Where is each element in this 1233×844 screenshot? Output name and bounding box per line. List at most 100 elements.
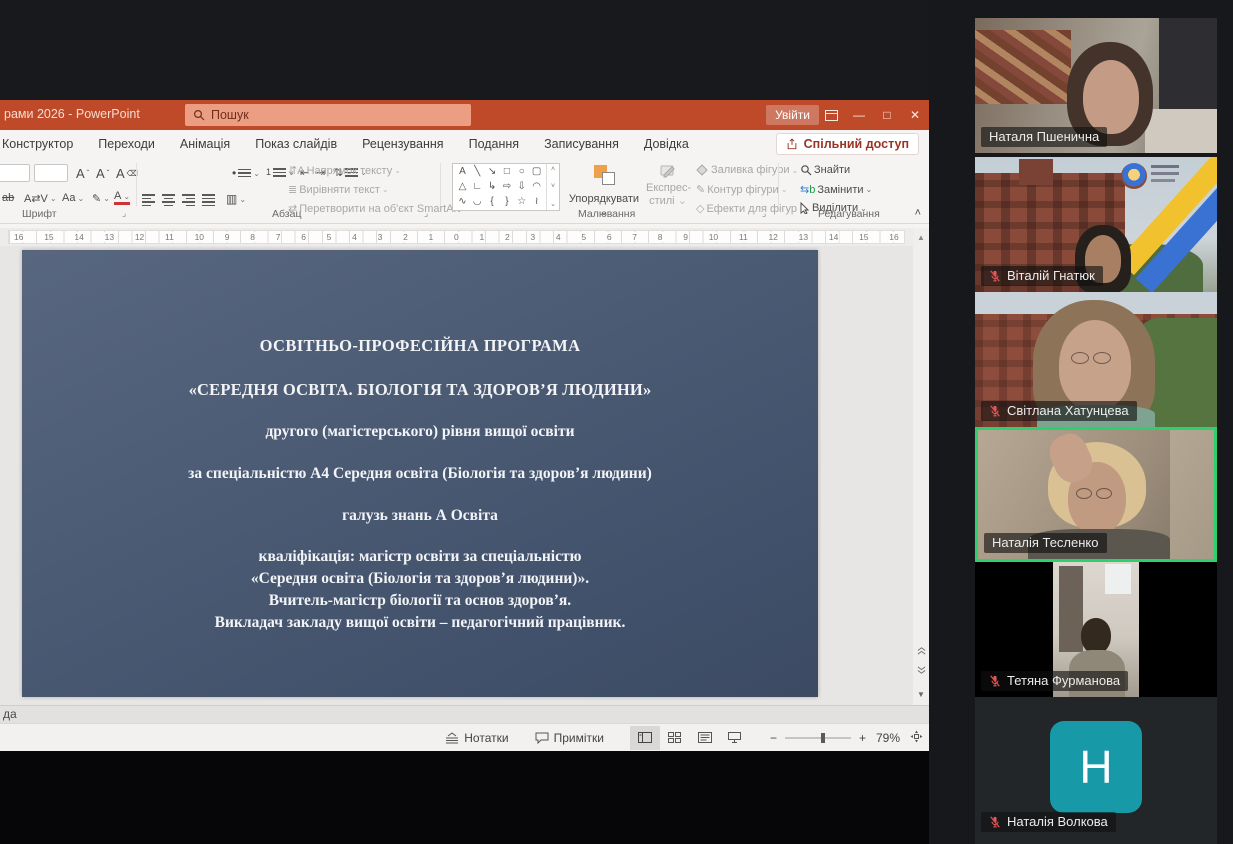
shape-button[interactable]: ↳: [488, 182, 496, 192]
align-center-button[interactable]: [162, 192, 175, 208]
quick-styles-button[interactable]: Експрес- стилі ⌄: [646, 163, 690, 215]
reading-view-button[interactable]: [690, 726, 720, 750]
participant-name-label: Тетяна Фурманова: [981, 671, 1128, 691]
clear-formatting-button[interactable]: A⌫: [116, 166, 138, 181]
shape-button[interactable]: ○: [519, 167, 525, 177]
columns-button[interactable]: ▥⌄: [226, 192, 246, 206]
shape-button[interactable]: ⇨: [503, 182, 511, 192]
participant-tile[interactable]: Н Наталія Волкова: [975, 697, 1217, 844]
scrollbar-down-button[interactable]: ▼: [914, 686, 928, 702]
shape-button[interactable]: ⇩: [518, 182, 526, 192]
shapes-gallery-scroll[interactable]: ˄˅⌄: [546, 164, 559, 210]
slide-sorter-view-button[interactable]: [660, 726, 690, 750]
shape-button[interactable]: ◡: [473, 197, 482, 207]
shape-button[interactable]: }: [505, 197, 508, 207]
slide-line: «Середня освіта (Біологія та здоров’я лю…: [22, 570, 818, 588]
shape-button[interactable]: ☆: [517, 197, 526, 207]
fit-slide-button[interactable]: [910, 730, 923, 746]
shape-effects-button[interactable]: ◇ Ефекти для фігур⌄: [696, 202, 806, 215]
ribbon-tab[interactable]: Подання: [469, 137, 519, 151]
replace-button[interactable]: ⇆b Замінити⌄: [800, 183, 872, 196]
shape-button[interactable]: ╲: [474, 167, 480, 177]
shape-outline-button[interactable]: ✎ Контур фігури⌄: [696, 183, 787, 196]
change-case-button[interactable]: Aa⌄: [62, 192, 84, 204]
participant-tile[interactable]: Тетяна Фурманова: [975, 562, 1217, 697]
notes-toggle[interactable]: Нотатки: [445, 731, 508, 745]
comments-toggle[interactable]: Примітки: [535, 731, 604, 745]
shape-button[interactable]: ↘: [488, 167, 496, 177]
text-direction-button[interactable]: ⇵A Напрямок тексту⌄: [288, 164, 401, 177]
collapse-ribbon-button[interactable]: ˄: [915, 207, 921, 219]
slide[interactable]: ОСВІТНЬО-ПРОФЕСІЙНА ПРОГРАМА «СЕРЕДНЯ ОС…: [22, 250, 818, 697]
ribbon-tab[interactable]: Довідка: [644, 137, 689, 151]
vertical-scrollbar[interactable]: ▼: [913, 246, 929, 705]
next-slide-button[interactable]: [914, 662, 928, 678]
ribbon-tab[interactable]: Конструктор: [2, 137, 73, 151]
shape-button[interactable]: ∿: [458, 197, 466, 207]
find-button[interactable]: Знайти: [800, 164, 850, 176]
shape-button[interactable]: {: [490, 197, 493, 207]
shape-button[interactable]: ◠: [532, 182, 541, 192]
normal-view-button[interactable]: [630, 726, 660, 750]
font-size-combobox[interactable]: [34, 164, 68, 182]
shape-button[interactable]: ∟: [472, 182, 482, 192]
scrollbar-up-button[interactable]: ▲: [913, 228, 929, 246]
font-color-button[interactable]: A⌄: [114, 190, 130, 205]
ribbon-display-options-button[interactable]: [817, 100, 845, 130]
convert-to-smartart-button[interactable]: ⇄ Перетворити на об'єкт SmartArt⌄: [288, 202, 469, 215]
shrink-font-button[interactable]: Aˇ: [96, 166, 109, 181]
participant-tile[interactable]: Наталя Пшенична: [975, 18, 1217, 153]
zoom-slider[interactable]: [785, 737, 851, 739]
minimize-button[interactable]: —: [845, 100, 873, 130]
shape-button[interactable]: ▢: [532, 167, 541, 177]
text-highlight-button[interactable]: ✎⌄: [92, 192, 110, 205]
zoom-out-button[interactable]: −: [770, 731, 777, 745]
shape-button[interactable]: A: [459, 167, 466, 177]
font-dialog-launcher[interactable]: ⌟: [122, 208, 126, 219]
previous-slide-button[interactable]: [914, 642, 928, 658]
drawing-dialog-launcher[interactable]: ⌟: [762, 208, 766, 219]
grow-font-button[interactable]: Aˆ: [76, 166, 89, 181]
ribbon-tab[interactable]: Анімація: [180, 137, 230, 151]
ruler-number: 14: [73, 232, 84, 242]
align-text-button[interactable]: ≣ Вирівняти текст⌄: [288, 183, 389, 196]
shape-button[interactable]: △: [459, 182, 467, 192]
search-input[interactable]: Пошук: [185, 104, 471, 126]
participant-tile[interactable]: Віталій Гнатюк: [975, 157, 1217, 292]
ruler-number: 7: [631, 232, 638, 242]
bullets-button[interactable]: •⌄: [232, 166, 260, 180]
zoom-level[interactable]: 79%: [876, 731, 900, 745]
font-name-combobox[interactable]: [0, 164, 30, 182]
zoom-slider-handle[interactable]: [821, 733, 825, 743]
ruler-number: 13: [104, 232, 115, 242]
zoom-control: − +: [770, 731, 866, 745]
sign-in-button[interactable]: Увійти: [766, 105, 819, 125]
participant-tile[interactable]: Світлана Хатунцева: [975, 292, 1217, 427]
participant-tile-active-speaker[interactable]: Наталія Тесленко: [975, 427, 1217, 562]
fit-slide-icon: [910, 730, 923, 743]
ribbon-tab[interactable]: Записування: [544, 137, 619, 151]
align-left-button[interactable]: [142, 192, 155, 208]
align-right-button[interactable]: [182, 192, 195, 208]
character-spacing-button[interactable]: A⇄V⌄: [24, 192, 57, 205]
slideshow-view-button[interactable]: [720, 726, 750, 750]
paragraph-dialog-launcher[interactable]: ⌟: [424, 208, 428, 219]
restore-button[interactable]: □: [873, 100, 901, 130]
ribbon-tab[interactable]: Рецензування: [362, 137, 443, 151]
participants-sidebar: Наталя Пшенична Вітал: [975, 0, 1217, 844]
shape-fill-button[interactable]: Заливка фігури⌄: [696, 164, 798, 176]
zoom-in-button[interactable]: +: [859, 731, 866, 745]
slideshow-icon: [728, 732, 741, 743]
share-document-button[interactable]: Спільний доступ: [776, 133, 919, 155]
group-divider: [136, 163, 137, 206]
ruler-number: 11: [164, 232, 175, 242]
group-divider: [778, 163, 779, 206]
ribbon-tab[interactable]: Переходи: [98, 137, 155, 151]
justify-button[interactable]: [202, 192, 215, 208]
shape-button[interactable]: ≀: [535, 197, 539, 207]
ribbon-tab[interactable]: Показ слайдів: [255, 137, 337, 151]
shape-button[interactable]: □: [504, 167, 510, 177]
close-button[interactable]: ✕: [901, 100, 929, 130]
strikethrough-button[interactable]: ab: [2, 192, 14, 204]
ruler-number: 8: [249, 232, 256, 242]
